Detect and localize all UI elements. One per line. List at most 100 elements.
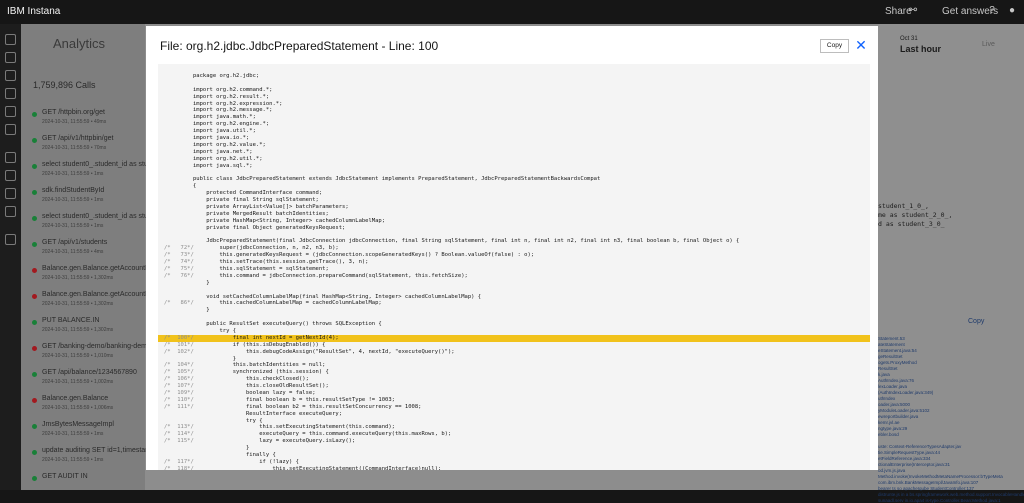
call-list-item[interactable]: Balance.gen.Balance.getAccountN 2024-10-3… xyxy=(21,290,150,310)
user-icon[interactable]: ● xyxy=(1006,5,1018,17)
stack-trace-link[interactable]: ResultSet xyxy=(878,366,898,371)
code-text: this.setExecutingStatement((CommandInter… xyxy=(193,465,442,470)
background-copy-link[interactable]: Copy xyxy=(968,318,984,325)
call-list-item[interactable]: update auditing SET id=1,timestan 2024-10… xyxy=(21,446,149,466)
services-icon[interactable] xyxy=(5,88,16,99)
code-line: import org.h2.result.*; xyxy=(158,94,870,101)
stack-trace-link[interactable]: uthIndex xyxy=(878,396,895,401)
code-text: finally { xyxy=(193,451,276,458)
code-line: /* 111*/ final boolean b2 = this.resultS… xyxy=(158,404,870,411)
code-text: import java.math.*; xyxy=(193,114,256,121)
call-time: 2024-10-31, 11:55:59 • 1ms xyxy=(42,223,104,229)
call-list-item[interactable]: sdk.findStudentById 2024-10-31, 11:55:59 … xyxy=(21,186,145,206)
stack-trace-link[interactable]: k.java xyxy=(878,372,890,377)
code-text: final int nextId = getNextId(4); xyxy=(193,334,339,341)
stack-trace-link[interactable]: ebler.bosd xyxy=(878,432,899,437)
close-icon[interactable]: ✕ xyxy=(854,38,868,52)
call-list-item[interactable]: GET AUDIT IN xyxy=(21,472,145,492)
source-code-viewer: package org.h2.jdbc; import org.h2.comman… xyxy=(158,64,870,470)
code-text: public class JdbcPreparedStatement exten… xyxy=(193,176,601,183)
code-line: } xyxy=(158,445,870,452)
infrastructure-icon[interactable] xyxy=(5,124,16,135)
call-list-item[interactable]: GET /api/v1/students 2024-10-31, 11:55:59… xyxy=(21,238,145,258)
left-navigation xyxy=(0,24,21,490)
automation-icon[interactable] xyxy=(5,206,16,217)
call-name: GET /api/balance/1234567890 xyxy=(42,369,137,376)
sql-statement-fragment: student_1_0_, me as student_2_0_, d as s… xyxy=(878,202,953,228)
code-line: /* 73*/ this.generatedKeysRequest = (jdb… xyxy=(158,252,870,259)
websites-icon[interactable] xyxy=(5,52,16,63)
code-line: import org.h2.util.*; xyxy=(158,156,870,163)
code-line: /* 118*/ this.setExecutingStatement((Com… xyxy=(158,466,870,470)
share-icon[interactable]: ⚯ xyxy=(907,5,919,17)
call-name: select student0_.student_id as stu xyxy=(42,213,148,220)
stack-trace-link[interactable]: tie.SimpleRequestType.java:44 xyxy=(878,450,940,455)
code-line: /* 107*/ this.closeOldResultSet(); xyxy=(158,383,870,390)
code-line: /* 75*/ this.sqlStatement = sqlStatement… xyxy=(158,266,870,273)
stack-trace-link[interactable]: (AuthIndexLoader.java:349) xyxy=(878,390,933,395)
code-text: this.batchIdentities = null; xyxy=(193,362,326,369)
stack-trace-link[interactable]: distrunte.js in a bs.springframework.web… xyxy=(878,492,1024,497)
stack-trace-link[interactable]: AuthIndex.java:76 xyxy=(878,378,914,383)
help-icon[interactable]: ? xyxy=(986,5,998,17)
stack-trace-link[interactable]: kemr.jvl.ae xyxy=(878,420,900,425)
events-icon[interactable] xyxy=(5,170,16,181)
stack-trace-link[interactable]: Method.invoke(InvokeMethodMetaNameProces… xyxy=(878,474,1003,479)
code-line: private HashMap<String, Integer> cachedC… xyxy=(158,218,870,225)
call-list-item[interactable]: PUT BALANCE.IN 2024-10-31, 11:55:59 • 1,3… xyxy=(21,316,145,336)
call-list-item[interactable]: GET /api/balance/1234567890 2024-10-31, 1… xyxy=(21,368,145,388)
platforms-icon[interactable] xyxy=(5,106,16,117)
stack-trace-link[interactable]: od.jvm.js.java xyxy=(878,468,905,473)
code-line: finally { xyxy=(158,452,870,459)
call-list-item[interactable]: Balance.gen.Balance.getAccountN 2024-10-3… xyxy=(21,264,150,284)
code-line: package org.h2.jdbc; xyxy=(158,73,870,80)
stack-trace-link[interactable]: uste: Context-ReferenceTypesAdapter.jav xyxy=(878,444,961,449)
code-text: this.sqlStatement = sqlStatement; xyxy=(193,265,329,272)
code-text: private MergedResult batchIdentities; xyxy=(193,210,329,217)
call-list-item[interactable]: GET /httpbin.org/get 2024-10-31, 11:55:59… xyxy=(21,108,145,128)
settings-icon[interactable] xyxy=(5,234,16,245)
stack-trace-link[interactable]: ngtype.java:29 xyxy=(878,426,907,431)
stack-trace-link[interactable]: oader.java:5000 xyxy=(878,402,910,407)
code-text: this.cachedColumnLabelMap = cachedColumn… xyxy=(193,300,382,307)
stack-trace-link[interactable]: ateStatement xyxy=(878,342,905,347)
call-name: update auditing SET id=1,timestan xyxy=(42,447,150,454)
code-text: this.debugCodeAssign("ResultSet", 4, nex… xyxy=(193,348,455,355)
live-button[interactable]: Live xyxy=(982,41,995,48)
stack-trace-link[interactable]: eStatement.java:54 xyxy=(878,348,917,353)
call-time: 2024-10-31, 11:55:59 • 1,302ms xyxy=(42,301,114,307)
call-list-item[interactable]: GET /banking-demo/banking-dem 2024-10-31,… xyxy=(21,342,147,362)
mobile-icon[interactable] xyxy=(5,70,16,81)
stack-trace-link[interactable]: etFieldReference.java:334 xyxy=(878,456,931,461)
stack-trace-link[interactable]: ewreportbuilder.java xyxy=(878,414,918,419)
call-list-item[interactable]: select student0_.student_id as stu 2024-1… xyxy=(21,212,148,232)
call-list-item[interactable]: GET /api/v1/httpbin/get 2024-10-31, 11:55… xyxy=(21,134,145,154)
code-line: /* 105*/ synchronized (this.session) { xyxy=(158,369,870,376)
time-range-date: Oct 31 xyxy=(900,36,918,42)
stack-trace-link[interactable]: Statement.53 xyxy=(878,336,905,341)
stack-trace-link[interactable]: geResultSet xyxy=(878,354,903,359)
call-time: 2024-10-31, 11:55:59 • 49ms xyxy=(42,119,107,125)
time-range-selector[interactable]: Last hour xyxy=(900,44,941,54)
code-text: private final String sqlStatement; xyxy=(193,197,319,204)
stack-trace-link[interactable]: com.ibm.bnk.BankMessageImpl/JavaInfo.jav… xyxy=(878,480,978,485)
stack-trace-link[interactable]: yModuleLoader.java:5102 xyxy=(878,408,930,413)
code-text: import org.h2.message.*; xyxy=(193,107,273,114)
call-name: GET /api/v1/students xyxy=(42,239,108,246)
stack-trace-link[interactable]: ogets.ProxyMethod xyxy=(878,360,917,365)
call-list-item[interactable]: select student0_.student_id as stu 2024-1… xyxy=(21,160,148,180)
call-list-item[interactable]: Balance.gen.Balance 2024-10-31, 11:55:59 … xyxy=(21,394,145,414)
stack-trace-link[interactable]: sunaadl.serv in.io.apa4 is-type.Controll… xyxy=(878,498,1001,503)
stack-trace-link[interactable]: lexLoader.java xyxy=(878,384,907,389)
stack-trace-link[interactable]: ctionalEnterprise(Interceptor.java:31 xyxy=(878,462,950,467)
alerts-icon[interactable] xyxy=(5,188,16,199)
call-time: 2024-10-31, 11:55:59 • 4ms xyxy=(42,249,104,255)
analytics-icon[interactable] xyxy=(5,152,16,163)
code-line: import org.h2.engine.*; xyxy=(158,121,870,128)
code-text: import java.util.*; xyxy=(193,128,256,135)
home-icon[interactable] xyxy=(5,34,16,45)
code-line: import org.h2.message.*; xyxy=(158,107,870,114)
call-list-item[interactable]: JmsBytesMessageImpl 2024-10-31, 11:55:59 … xyxy=(21,420,145,440)
copy-button[interactable]: Copy xyxy=(820,39,849,53)
stack-trace-link[interactable]: bearer ts so apacheIqube StudentControll… xyxy=(878,486,974,491)
